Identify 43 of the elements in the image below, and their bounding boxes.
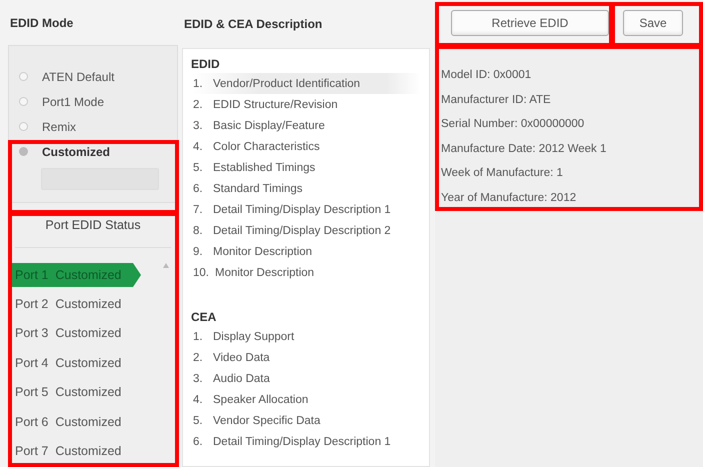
list-item[interactable]: 6. Standard Timings: [191, 178, 421, 199]
radio-button[interactable]: [19, 97, 28, 106]
panel-title: Port EDID Status: [45, 218, 141, 232]
radio-label: ATEN Default: [42, 70, 114, 84]
port-item[interactable]: Port 7 Customized: [9, 436, 141, 466]
radio-label: Customized: [42, 144, 110, 159]
detail-text: Serial Number: 0x00000000: [441, 118, 584, 130]
radio-label: Port1 Mode: [42, 94, 104, 109]
section-heading: EDID: [191, 57, 220, 71]
list-item[interactable]: 2. EDID Structure/Revision: [191, 94, 421, 115]
port-item[interactable]: Port 2 Customized: [9, 289, 141, 318]
list-item[interactable]: 6. Detail Timing/Display Description 1: [191, 431, 421, 452]
section-heading: CEA: [191, 310, 216, 324]
list-item[interactable]: 10. Monitor Description: [191, 262, 421, 283]
radio-button[interactable]: [19, 72, 28, 82]
radio-button[interactable]: [19, 122, 28, 132]
list-item[interactable]: 3. Basic Display/Feature: [191, 115, 421, 136]
detail-text: Manufacture Date: 2012 Week 1: [441, 142, 606, 155]
save-button[interactable]: Save: [623, 10, 683, 36]
port-item[interactable]: Port 5 Customized: [9, 378, 141, 407]
list-item[interactable]: 1. Display Support: [191, 326, 421, 347]
panel-title: EDID Mode: [10, 16, 74, 30]
list-item[interactable]: 8. Detail Timing/Display Description 2: [191, 220, 421, 241]
panel-title: EDID & CEA Description: [184, 17, 322, 31]
list-item[interactable]: 2. Video Data: [191, 347, 421, 368]
port-item[interactable]: Port 4 Customized: [9, 348, 141, 378]
detail-text: Week of Manufacture: 1: [441, 167, 563, 180]
detail-text: Model ID: 0x0001: [441, 69, 532, 82]
scroll-up-icon[interactable]: [163, 263, 169, 268]
detail-text: Year of Manufacture: 2012: [441, 192, 576, 204]
list-item[interactable]: 7. Detail Timing/Display Description 1: [191, 199, 421, 220]
radio-label: Remix: [42, 120, 76, 134]
list-item[interactable]: 9. Monitor Description: [191, 241, 421, 262]
retrieve-button[interactable]: Retrieve EDID: [451, 10, 609, 36]
list-item[interactable]: 4. Speaker Allocation: [191, 389, 421, 410]
list-item[interactable]: 5. Established Timings: [191, 157, 421, 178]
list-item[interactable]: 3. Audio Data: [191, 368, 421, 389]
list-item[interactable]: 5. Vendor Specific Data: [191, 410, 421, 431]
list-item[interactable]: 4. Color Characteristics: [191, 136, 421, 157]
radio-button[interactable]: [19, 147, 28, 156]
detail-text: Manufacturer ID: ATE: [441, 94, 551, 106]
port-item[interactable]: Port 6 Customized: [9, 407, 141, 436]
port-item[interactable]: Port 3 Customized: [9, 318, 141, 348]
